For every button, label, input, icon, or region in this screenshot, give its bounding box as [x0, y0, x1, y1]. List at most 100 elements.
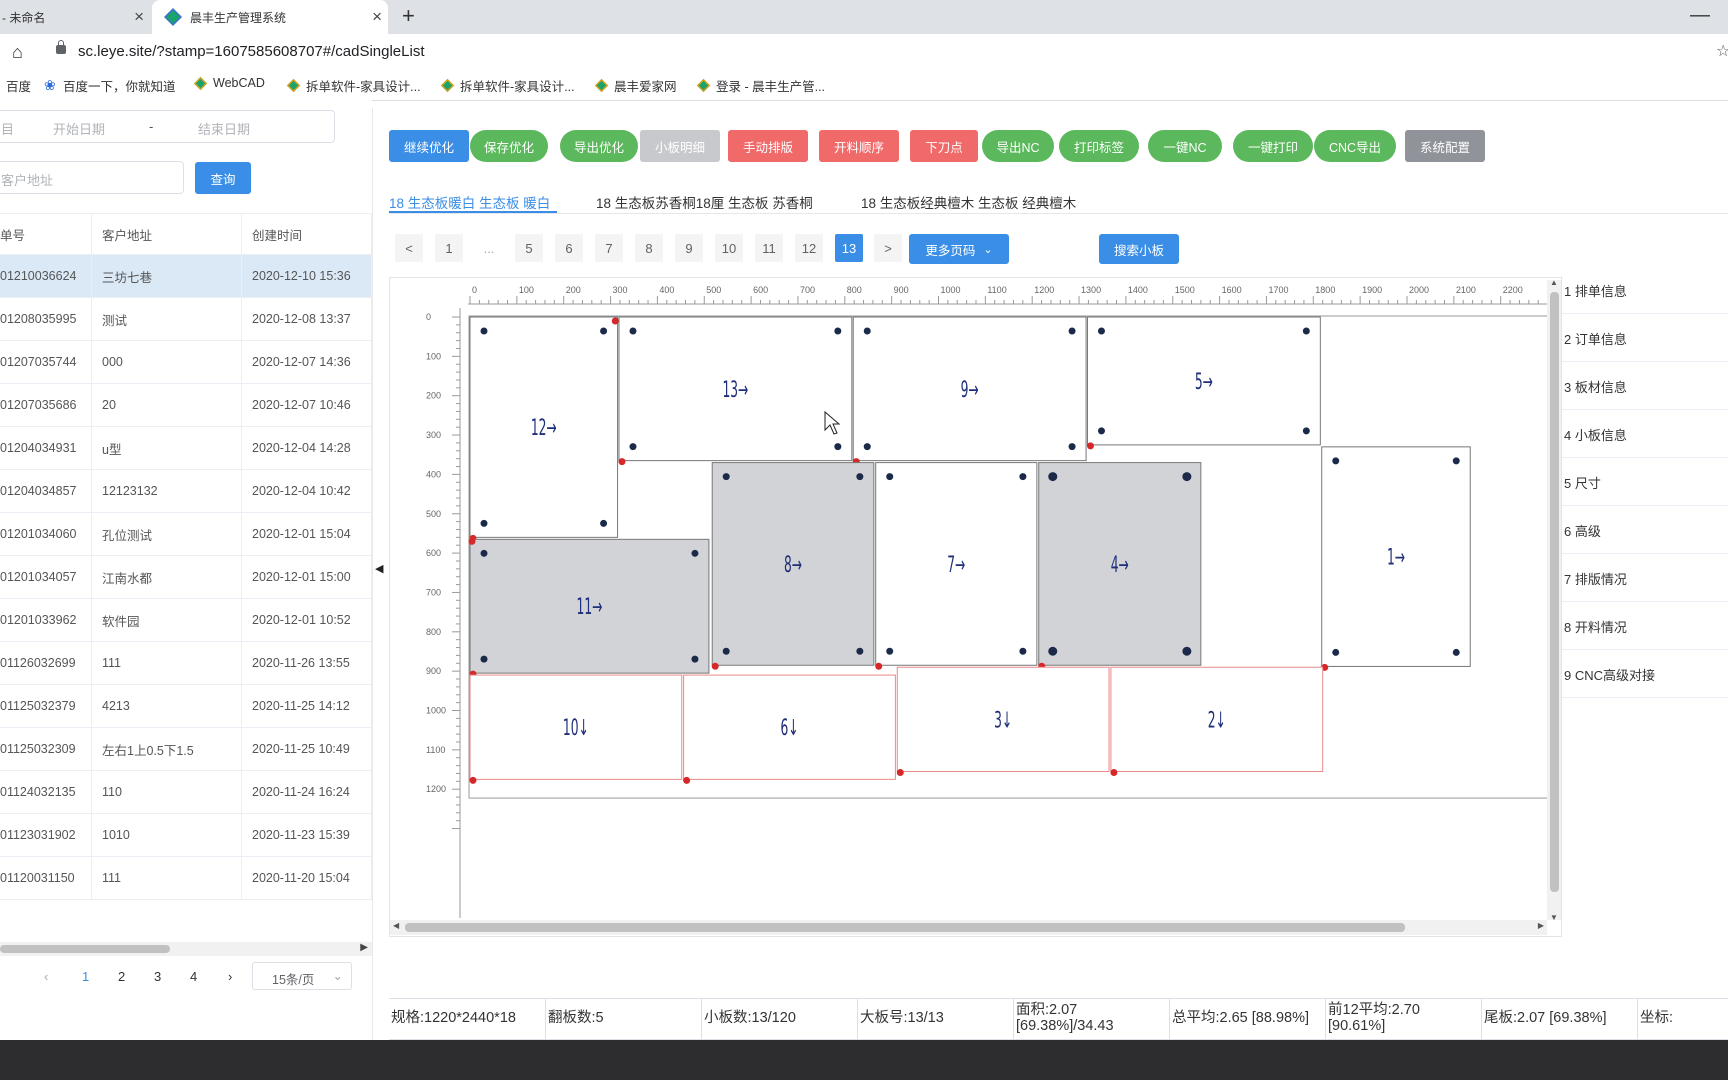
table-row[interactable]: 01210036624 三坊七巷 2020-12-10 15:36	[0, 255, 372, 298]
board-page-button[interactable]: 6	[555, 234, 583, 262]
column-header-created[interactable]: 创建时间	[242, 214, 372, 254]
browser-tab-active[interactable]: 晨丰生产管理系统 ×	[152, 0, 388, 34]
table-row[interactable]: 01207035744 000 2020-12-07 14:36	[0, 341, 372, 384]
scroll-up-arrow-icon[interactable]: ▲	[1550, 278, 1558, 287]
browser-tab-untitled[interactable]: - 未命名 ×	[0, 0, 150, 34]
system-config-button[interactable]: 系统配置	[1405, 130, 1485, 162]
side-menu-item[interactable]: 4 小板信息	[1562, 411, 1728, 458]
lock-icon[interactable]	[56, 40, 66, 54]
panel-splitter[interactable]	[372, 108, 373, 1040]
more-pages-dropdown[interactable]: 更多页码 ⌄	[909, 234, 1009, 264]
board-page-button[interactable]: 10	[715, 234, 743, 262]
scroll-right-arrow-icon[interactable]: ▶	[360, 942, 368, 953]
canvas-vertical-scrollbar[interactable]: ▲ ▼	[1547, 278, 1561, 922]
tab-material-warm-white[interactable]: 18 生态板暖白 生态板 暖白	[389, 192, 550, 212]
export-optimize-button[interactable]: 导出优化	[560, 130, 638, 162]
cut-point-button[interactable]: 下刀点	[910, 130, 978, 162]
canvas-horizontal-scrollbar[interactable]: ◀ ▶	[390, 920, 1547, 935]
table-row[interactable]: 01204034931 u型 2020-12-04 14:28	[0, 427, 372, 470]
side-menu-item[interactable]: 1 排单信息	[1562, 267, 1728, 314]
start-date-input[interactable]: 开始日期	[53, 119, 105, 138]
side-menu-item[interactable]: 8 开料情况	[1562, 603, 1728, 650]
board-page-button[interactable]: 9	[675, 234, 703, 262]
column-header-order-no[interactable]: 单号	[0, 214, 92, 254]
customer-address-input[interactable]: 客户地址	[0, 161, 184, 194]
table-row[interactable]: 01204034857 12123132 2020-12-04 10:42	[0, 470, 372, 513]
board-page-button[interactable]: 5	[515, 234, 543, 262]
query-button[interactable]: 查询	[195, 162, 251, 194]
table-row[interactable]: 01207035686 20 2020-12-07 10:46	[0, 384, 372, 427]
page-link[interactable]: 3	[154, 969, 161, 984]
column-header-address[interactable]: 客户地址	[92, 214, 242, 254]
scrollbar-thumb[interactable]	[405, 923, 1405, 932]
bookmark-item[interactable]: WebCAD	[193, 76, 265, 90]
close-icon[interactable]: ×	[372, 7, 382, 27]
table-row[interactable]: 01125032379 4213 2020-11-25 14:12	[0, 685, 372, 728]
board-page-button[interactable]: 8	[635, 234, 663, 262]
page-link[interactable]: 4	[190, 969, 197, 984]
cnc-export-button[interactable]: CNC导出	[1314, 130, 1396, 162]
minimize-icon[interactable]: —	[1690, 4, 1710, 27]
side-menu-item[interactable]: 9 CNC高级对接	[1562, 651, 1728, 698]
table-row[interactable]: 01124032135 110 2020-11-24 16:24	[0, 771, 372, 814]
side-menu-item[interactable]: 2 订单信息	[1562, 315, 1728, 362]
export-nc-button[interactable]: 导出NC	[982, 130, 1054, 162]
scroll-left-arrow-icon[interactable]: ◀	[393, 921, 399, 930]
new-tab-button[interactable]: +	[402, 3, 415, 29]
next-board-button[interactable]: >	[874, 234, 902, 262]
bookmark-item[interactable]: 登录 - 晨丰生产管...	[696, 76, 825, 95]
layout-svg[interactable]: 0 100 200 300 400 500 600 700 800 900 1000 1100 1200…	[390, 278, 1562, 937]
close-icon[interactable]: ×	[134, 7, 144, 27]
board-page-button[interactable]: 1	[435, 234, 463, 262]
board-page-button[interactable]: 13	[835, 234, 863, 262]
bookmark-item[interactable]: 晨丰爱家网	[594, 76, 677, 95]
piece-detail-button[interactable]: 小板明细	[640, 130, 720, 162]
table-horizontal-scrollbar[interactable]: ▶	[0, 942, 372, 956]
table-row[interactable]: 01125032309 左右1上0.5下1.5 2020-11-25 10:49	[0, 728, 372, 771]
bookmark-star-icon[interactable]: ☆	[1716, 41, 1728, 61]
page-link[interactable]: 2	[118, 969, 125, 984]
page-size-select[interactable]: 15条/页 ⌄	[252, 962, 352, 990]
page-link[interactable]: 1	[82, 969, 89, 984]
prev-page-icon[interactable]: ‹	[44, 969, 48, 984]
table-row[interactable]: 01201034057 江南水都 2020-12-01 15:00	[0, 556, 372, 599]
table-row[interactable]: 01123031902 1010 2020-11-23 15:39	[0, 814, 372, 857]
one-click-nc-button[interactable]: 一键NC	[1148, 130, 1222, 162]
table-row[interactable]: 01201034060 孔位测试 2020-12-01 15:04	[0, 513, 372, 556]
side-menu-item[interactable]: 3 板材信息	[1562, 363, 1728, 410]
search-piece-button[interactable]: 搜索小板	[1099, 234, 1179, 264]
cutting-layout-canvas[interactable]: 0 100 200 300 400 500 600 700 800 900 1000 1100 1200…	[389, 277, 1562, 937]
manual-layout-button[interactable]: 手动排版	[728, 130, 808, 162]
board-page-button[interactable]: 11	[755, 234, 783, 262]
table-row[interactable]: 01126032699 111 2020-11-26 13:55	[0, 642, 372, 685]
board-page-button[interactable]: 7	[595, 234, 623, 262]
next-page-icon[interactable]: ›	[228, 969, 232, 984]
scrollbar-thumb[interactable]	[0, 945, 170, 953]
bookmark-item[interactable]: 拆单软件-家具设计...	[440, 76, 575, 95]
bookmark-item[interactable]: ❀ 百度一下，你就知道	[44, 76, 176, 95]
table-row[interactable]: 01201033962 软件园 2020-12-01 10:52	[0, 599, 372, 642]
one-click-print-button[interactable]: 一键打印	[1233, 130, 1313, 162]
print-labels-button[interactable]: 打印标签	[1059, 130, 1139, 162]
side-menu-item[interactable]: 7 排版情况	[1562, 555, 1728, 602]
tab-material-su-xiang-tong[interactable]: 18 生态板苏香桐18厘 生态板 苏香桐	[596, 192, 813, 212]
side-menu-item[interactable]: 5 尺寸	[1562, 459, 1728, 506]
tab-material-classic-sandalwood[interactable]: 18 生态板经典檀木 生态板 经典檀木	[861, 192, 1076, 212]
save-optimize-button[interactable]: 保存优化	[470, 130, 548, 162]
scrollbar-thumb[interactable]	[1550, 292, 1559, 892]
collapse-panel-icon[interactable]: ◀	[375, 562, 383, 575]
url-field[interactable]: sc.leye.site/?stamp=1607585608707#/cadSi…	[78, 43, 425, 60]
table-row[interactable]: 01208035995 测试 2020-12-08 13:37	[0, 298, 372, 341]
continue-optimize-button[interactable]: 继续优化	[389, 130, 469, 162]
end-date-input[interactable]: 结束日期	[198, 119, 250, 138]
board-page-button[interactable]: 12	[795, 234, 823, 262]
table-row[interactable]: 01120031150 111 2020-11-20 15:04	[0, 857, 372, 900]
prev-board-button[interactable]: <	[395, 234, 423, 262]
scroll-right-arrow-icon[interactable]: ▶	[1538, 921, 1544, 930]
bookmark-item[interactable]: 拆单软件-家具设计...	[286, 76, 421, 95]
date-range-picker[interactable]: 目 开始日期 - 结束日期	[0, 110, 335, 143]
scroll-down-arrow-icon[interactable]: ▼	[1550, 913, 1558, 922]
side-menu-item[interactable]: 6 高级	[1562, 507, 1728, 554]
bookmark-item[interactable]: 百度	[6, 76, 31, 95]
cutting-order-button[interactable]: 开料顺序	[819, 130, 899, 162]
